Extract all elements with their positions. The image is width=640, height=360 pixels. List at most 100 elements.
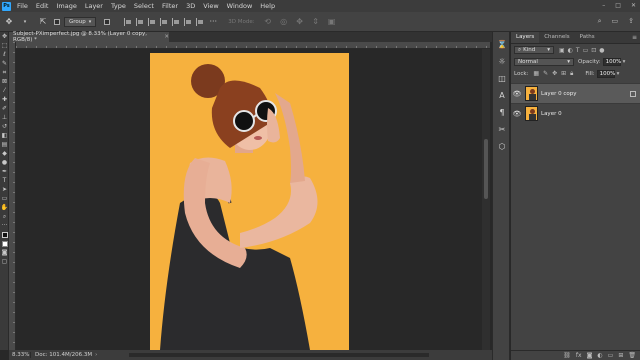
more-tools-icon[interactable]: ··· [0, 221, 9, 230]
auto-select-dropdown[interactable]: Group ▾ [64, 16, 97, 27]
tools-options-icon[interactable]: ✂ [493, 121, 511, 138]
menu-help[interactable]: Help [260, 2, 275, 10]
auto-select-icon[interactable]: ⇱ [38, 17, 48, 27]
status-menu-icon[interactable]: › [95, 352, 97, 358]
add-mask-icon[interactable]: ◙ [587, 352, 593, 359]
filter-shape-icon[interactable]: ▭ [583, 47, 589, 54]
3d-slide-icon[interactable]: ⇕ [311, 17, 321, 27]
3d-drag-icon[interactable]: ✥ [295, 17, 305, 27]
layer-style-icon[interactable]: fx [576, 352, 582, 359]
layer-thumbnail[interactable] [525, 106, 538, 121]
adjustment-layer-icon[interactable]: ◐ [597, 352, 602, 359]
align-middle-icon[interactable] [172, 17, 180, 26]
quick-select-tool-icon[interactable]: ✎ [0, 59, 9, 68]
menu-select[interactable]: Select [134, 2, 154, 10]
menu-edit[interactable]: Edit [36, 2, 49, 10]
document-tab[interactable]: Subject-PXimperfect.jpg @ 8.33% (Layer 0… [9, 31, 169, 43]
history-icon[interactable]: ⌛ [493, 36, 511, 53]
align-bottom-icon[interactable] [184, 17, 192, 26]
hand-tool-icon[interactable]: ✋ [0, 203, 9, 212]
new-group-icon[interactable]: ▭ [608, 352, 614, 359]
3d-roll-icon[interactable]: ◎ [279, 17, 289, 27]
horizontal-scrollbar[interactable] [129, 353, 429, 357]
tab-layers[interactable]: Layers [511, 32, 540, 43]
search-icon[interactable]: ⌕ [598, 17, 602, 26]
lasso-tool-icon[interactable]: ℓ [0, 50, 9, 59]
document-canvas-photo[interactable] [150, 53, 349, 350]
horizontal-ruler[interactable] [16, 42, 490, 49]
tab-paths[interactable]: Paths [575, 32, 600, 43]
layer-name[interactable]: Layer 0 [541, 111, 562, 117]
lock-position-icon[interactable]: ✥ [552, 70, 557, 78]
distribute-icon[interactable] [196, 17, 204, 26]
lock-image-icon[interactable]: ✎ [543, 70, 548, 78]
gradient-tool-icon[interactable]: ▤ [0, 140, 9, 149]
delete-layer-icon[interactable]: 🗑︎ [628, 352, 636, 359]
share-icon[interactable]: ⇪ [628, 17, 634, 26]
lock-all-icon[interactable]: 🔒︎ [570, 70, 573, 78]
show-transform-controls-checkbox[interactable] [104, 18, 111, 25]
path-selection-tool-icon[interactable]: ➤ [0, 185, 9, 194]
brush-tool-icon[interactable]: ✐ [0, 104, 9, 113]
menu-window[interactable]: Window [227, 2, 253, 10]
auto-select-checkbox[interactable] [54, 18, 60, 25]
menu-layer[interactable]: Layer [85, 2, 103, 10]
chevron-down-icon[interactable]: ▾ [617, 71, 620, 77]
align-right-icon[interactable] [148, 17, 156, 26]
screen-mode-icon[interactable]: ▢ [0, 257, 9, 266]
menu-type[interactable]: Type [111, 2, 126, 10]
layer-row[interactable]: 👁︎ Layer 0 [511, 103, 640, 123]
zoom-level[interactable]: 8.33% [9, 352, 31, 358]
menu-filter[interactable]: Filter [162, 2, 178, 10]
move-tool-icon[interactable]: ✥ [4, 17, 14, 27]
layer-thumbnail[interactable] [525, 86, 538, 101]
foreground-color-icon[interactable] [0, 230, 9, 239]
eyedropper-tool-icon[interactable]: ⁄ [0, 86, 9, 95]
tab-channels[interactable]: Channels [539, 32, 574, 43]
layer-name[interactable]: Layer 0 copy [541, 91, 576, 97]
zoom-tool-icon[interactable]: ⌕ [0, 212, 9, 221]
filter-adjustment-icon[interactable]: ◐ [568, 47, 573, 54]
blend-mode-dropdown[interactable]: Normal ▾ [514, 58, 574, 66]
filter-toggle-icon[interactable]: ● [599, 47, 604, 54]
pen-tool-icon[interactable]: ✒ [0, 167, 9, 176]
marquee-tool-icon[interactable]: ⬚ [0, 41, 9, 50]
menu-3d[interactable]: 3D [186, 2, 195, 10]
menu-image[interactable]: Image [56, 2, 76, 10]
3d-icon[interactable]: ⬡ [493, 138, 511, 155]
lock-transparent-icon[interactable]: ▦ [533, 70, 539, 78]
opacity-field[interactable]: 100% [602, 58, 621, 66]
align-top-icon[interactable] [160, 17, 168, 26]
chevron-down-icon[interactable]: ▾ [623, 59, 626, 65]
healing-brush-tool-icon[interactable]: ✚ [0, 95, 9, 104]
maximize-button[interactable]: □ [615, 2, 621, 9]
chevron-down-icon[interactable]: ▾ [20, 17, 30, 27]
clone-stamp-tool-icon[interactable]: ⊥ [0, 113, 9, 122]
crop-tool-icon[interactable]: ⌗ [0, 68, 9, 77]
scroll-thumb[interactable] [484, 139, 488, 199]
rectangle-tool-icon[interactable]: ▭ [0, 194, 9, 203]
background-color-icon[interactable] [0, 239, 9, 248]
blur-tool-icon[interactable]: ◆ [0, 149, 9, 158]
adjustments-icon[interactable]: ☼ [493, 53, 511, 70]
filter-type-icon[interactable]: T [576, 47, 580, 54]
new-layer-icon[interactable]: ⊞ [618, 352, 623, 359]
3d-scale-icon[interactable]: ▣ [327, 17, 337, 27]
align-center-icon[interactable] [136, 17, 144, 26]
quick-mask-icon[interactable]: ◙ [0, 248, 9, 257]
filter-smart-object-icon[interactable]: ⊡ [591, 47, 596, 54]
lock-artboard-icon[interactable]: ⊞ [561, 70, 566, 78]
properties-icon[interactable]: ◫ [493, 70, 511, 87]
dodge-tool-icon[interactable]: ● [0, 158, 9, 167]
workspace-icon[interactable]: ▭ [612, 17, 619, 26]
3d-rotate-icon[interactable]: ⟲ [263, 17, 273, 27]
minimize-button[interactable]: – [602, 2, 605, 9]
more-options-icon[interactable]: ··· [208, 17, 218, 27]
menu-view[interactable]: View [203, 2, 218, 10]
close-window-button[interactable]: ✕ [631, 2, 636, 9]
eye-icon[interactable]: 👁︎ [511, 90, 523, 98]
photoshop-logo-icon[interactable]: Ps [2, 1, 11, 11]
align-left-icon[interactable] [124, 17, 132, 26]
fill-field[interactable]: 100% [596, 70, 615, 78]
layer-row[interactable]: 👁︎ Layer 0 copy [511, 83, 640, 103]
